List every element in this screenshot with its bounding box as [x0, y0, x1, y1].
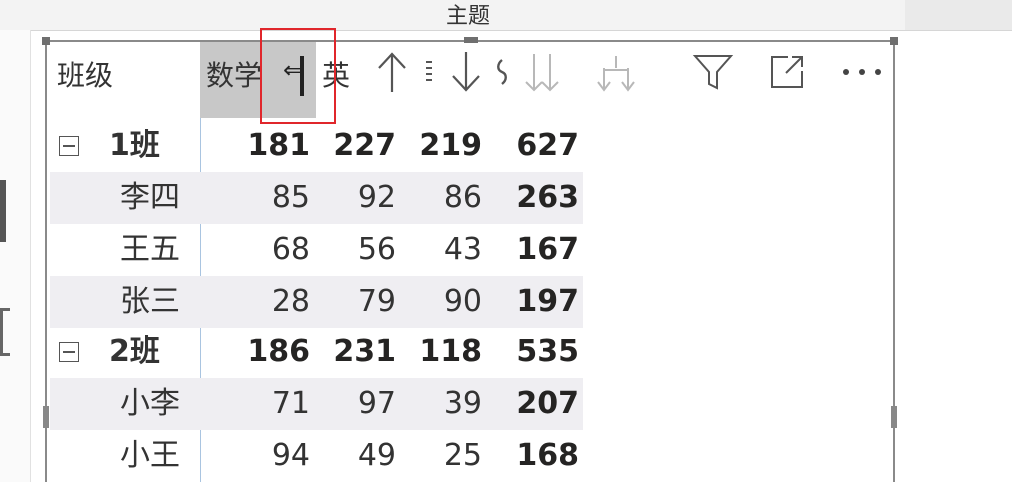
collapse-icon[interactable] — [59, 342, 79, 362]
data-view-icon[interactable] — [0, 308, 10, 356]
table-row[interactable]: 李四 85 92 86 263 — [50, 172, 583, 224]
table-row[interactable]: 小李 71 97 39 207 — [50, 378, 583, 430]
column-header-math[interactable]: 数学 — [206, 54, 262, 94]
student-name: 李四 — [120, 180, 180, 215]
cell-col3: 43 — [443, 232, 482, 267]
cell-col3: 39 — [443, 386, 482, 421]
group-name: 1班 — [109, 128, 160, 163]
student-name: 王五 — [120, 232, 180, 267]
group-name: 2班 — [109, 334, 160, 369]
resize-handle-top-middle[interactable] — [464, 37, 478, 43]
filter-icon[interactable] — [690, 52, 736, 92]
group-total-english: 227 — [333, 128, 396, 163]
cell-total: 207 — [516, 386, 579, 421]
group-total-col3: 118 — [419, 334, 482, 369]
cell-english: 56 — [357, 232, 396, 267]
expand-hierarchy-icon[interactable] — [596, 52, 636, 92]
resize-handle-middle-left[interactable] — [43, 406, 49, 428]
cell-total: 263 — [516, 180, 579, 215]
cell-total: 197 — [516, 284, 579, 319]
column-header-class[interactable]: 班级 — [57, 54, 113, 94]
resize-handle-top-right[interactable] — [890, 37, 898, 45]
group-total-sum: 535 — [516, 334, 579, 369]
cell-math: 85 — [271, 180, 310, 215]
ribbon-bar: 主题 — [0, 0, 1012, 31]
header-fragment-icon-2 — [496, 52, 508, 92]
group-total-math: 181 — [247, 128, 310, 163]
resize-handle-top-left[interactable] — [42, 37, 50, 45]
cell-english: 92 — [357, 180, 396, 215]
student-name: 小李 — [120, 386, 180, 421]
cell-col3: 90 — [443, 284, 482, 319]
sort-descending-icon[interactable] — [446, 52, 486, 92]
cell-math: 71 — [271, 386, 310, 421]
group-total-english: 231 — [333, 334, 396, 369]
cell-col3: 86 — [443, 180, 482, 215]
cell-math: 28 — [271, 284, 310, 319]
drill-down-all-icon[interactable] — [522, 52, 562, 92]
table-row[interactable]: 张三 28 79 90 197 — [50, 276, 583, 328]
table-row[interactable]: 王五 68 56 43 167 — [50, 224, 583, 276]
group-total-col3: 219 — [419, 128, 482, 163]
sort-ascending-icon[interactable] — [372, 52, 412, 92]
table-group-row[interactable]: 1班 181 227 219 627 — [50, 120, 583, 172]
more-options-icon[interactable] — [840, 52, 884, 92]
annotation-highlight-box — [260, 28, 336, 124]
group-total-math: 186 — [247, 334, 310, 369]
cell-english: 49 — [357, 438, 396, 473]
cell-english: 79 — [357, 284, 396, 319]
cell-col3: 25 — [443, 438, 482, 473]
ribbon-group-title[interactable]: 主题 — [446, 0, 490, 30]
cell-math: 94 — [271, 438, 310, 473]
report-view-icon[interactable] — [0, 180, 6, 242]
table-group-row[interactable]: 2班 186 231 118 535 — [50, 326, 583, 378]
cell-total: 168 — [516, 438, 579, 473]
collapse-icon[interactable] — [59, 136, 79, 156]
focus-mode-icon[interactable] — [766, 52, 808, 92]
cell-total: 167 — [516, 232, 579, 267]
header-fragment-icon — [424, 52, 434, 92]
cell-math: 68 — [271, 232, 310, 267]
ribbon-right-area — [905, 0, 1012, 30]
cell-english: 97 — [357, 386, 396, 421]
resize-handle-middle-right[interactable] — [891, 406, 897, 428]
student-name: 小王 — [120, 438, 180, 473]
left-pane-gutter — [0, 30, 31, 482]
table-row[interactable]: 小王 94 49 25 168 — [50, 430, 583, 482]
student-name: 张三 — [120, 284, 180, 319]
group-total-sum: 627 — [516, 128, 579, 163]
